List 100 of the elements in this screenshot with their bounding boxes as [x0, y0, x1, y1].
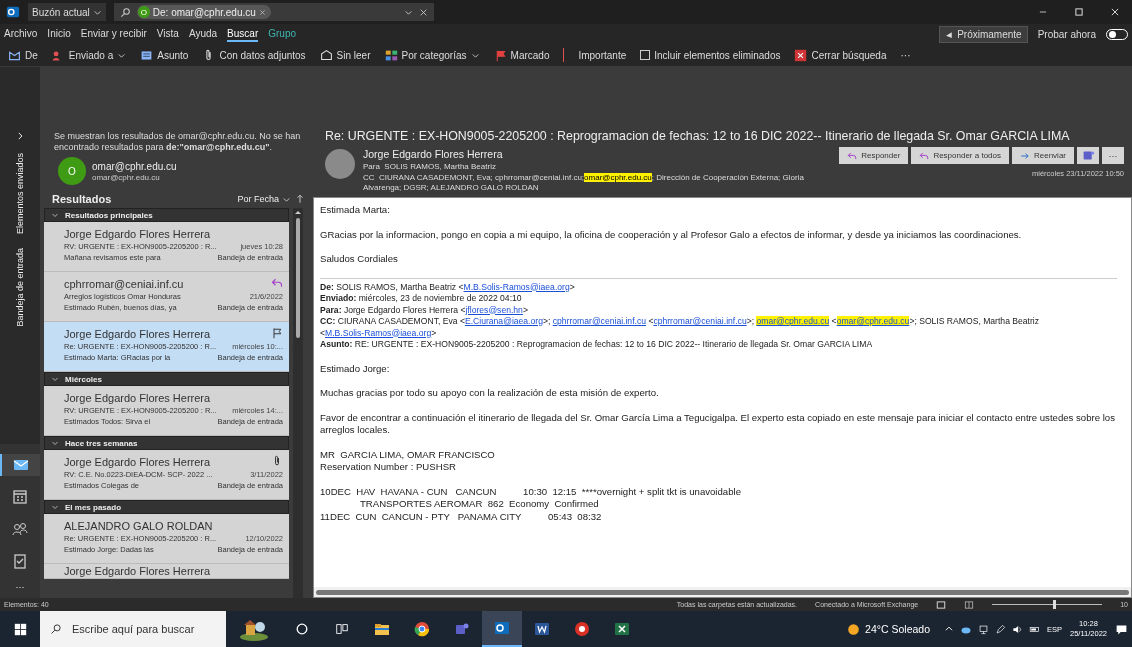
search-icon	[50, 623, 62, 635]
expand-icon	[15, 131, 25, 141]
group-header[interactable]: El mes pasado	[44, 500, 289, 514]
more-actions-button[interactable]: ···	[1102, 147, 1124, 164]
sun-icon	[847, 622, 861, 636]
pen-icon[interactable]	[995, 623, 1006, 635]
teams-button[interactable]	[1077, 147, 1099, 164]
sender-name: Jorge Edgardo Flores Herrera	[64, 392, 211, 404]
news-widget-drawing[interactable]	[238, 617, 270, 641]
checkbox[interactable]	[640, 50, 651, 60]
sender-name: Jorge Edgardo Flores Herrera	[64, 228, 211, 240]
ribbon-button[interactable]: De	[8, 48, 38, 62]
body-text: Muchas gracias por todo su apoyo con la realización de esta misión de experto.	[320, 387, 659, 400]
menu-tab[interactable]: Grupo	[268, 26, 297, 42]
task-view-icon[interactable]	[335, 622, 349, 636]
body-text: De: SOLIS RAMOS, Martha Beatriz <M.B.Solis-Ramos@iaea.org>	[320, 277, 1117, 293]
menu-tab[interactable]: Vista	[156, 26, 179, 42]
sort-dropdown[interactable]: Por Fecha	[237, 194, 291, 204]
tasks-icon-glyph	[12, 553, 28, 569]
taskbar-app-button[interactable]	[482, 611, 522, 647]
group-header[interactable]: Hace tres semanas	[44, 436, 289, 450]
weather-text[interactable]: 24°C Soleado	[865, 623, 930, 635]
ribbon-button[interactable]: Asunto	[140, 48, 189, 62]
maximize-icon	[1074, 7, 1084, 17]
ribbon-button[interactable]: Con datos adjuntos	[202, 48, 306, 62]
try-now-label: Probar ahora	[1037, 28, 1096, 40]
body-text: CC: CIURANA CASADEMONT, Eva <E.Ciurana@iaea.org>; cphrromar@ceniai.inf.cu <cphrromar@ceniai.inf.cu>; omar@cphr.edu.cu <omar@cphr.edu.cu>; SOLIS RAMOS, Martha Beatriz <M.B.Solis-Ramos@iaea.org>	[320, 316, 1041, 339]
search-filter-chip[interactable]: O De: omar@cphr.edu.cu	[136, 5, 271, 19]
normal-view-icon[interactable]	[936, 599, 947, 610]
taskbar-search-field[interactable]: Escribe aquí para buscar	[70, 622, 220, 636]
reply-icon	[919, 150, 930, 161]
email-link[interactable]: cphrromar@ceniai.inf.cu	[552, 316, 646, 326]
body-text: Estimada Marta:	[320, 204, 390, 217]
message-title: Re: URGENTE : EX-HON9005-2205200 : Reprogramacion de fechas: 12 to 16 DIC 2022-- Itinerario de llegada Sr. Omar GARCIA LIMA	[324, 129, 1071, 145]
email-link[interactable]: E.Ciurana@iaea.org	[464, 316, 543, 326]
horizontal-scrollbar[interactable]	[314, 587, 1131, 597]
action-button[interactable]: Reenviar	[1012, 147, 1074, 164]
reply-icon	[847, 150, 858, 161]
email-link[interactable]: M.B.Solis-Ramos@iaea.org	[325, 327, 432, 338]
body-text: Enviado: miércoles, 23 de noviembre de 2022 04:10	[320, 293, 523, 305]
email-link[interactable]: M.B.Solis-Ramos@iaea.org	[463, 281, 570, 292]
sender-name: cphrromar@ceniai.inf.cu	[64, 278, 184, 290]
group-header[interactable]: Resultados principales	[44, 208, 289, 222]
mail-icon-glyph	[13, 457, 29, 473]
ribbon-button[interactable]: Importante	[578, 49, 627, 61]
start-icon[interactable]	[13, 622, 27, 636]
group-header[interactable]: Miércoles	[44, 372, 289, 386]
ribbon-button[interactable]: Marcado	[493, 48, 550, 62]
chat-app-icon	[454, 621, 470, 637]
email-link[interactable]: omar@cphr.edu.cu	[836, 316, 910, 326]
menu-tab[interactable]: Inicio	[47, 26, 71, 42]
menu-tab[interactable]: Enviar y recibir	[80, 26, 147, 42]
slider-thumb[interactable]	[1052, 600, 1056, 609]
action-button[interactable]: Responder a todos	[911, 147, 1009, 164]
people-icon-glyph	[12, 521, 28, 537]
sort-up-icon[interactable]	[295, 194, 305, 204]
contact-email: omar@cphr.edu.cu	[92, 172, 161, 182]
flag-icon[interactable]	[271, 327, 283, 339]
spreadsheet-app-icon	[614, 621, 630, 637]
ribbon-button[interactable]: Por categorías	[384, 48, 480, 62]
scrollbar[interactable]	[293, 208, 303, 598]
taskbar-search-box[interactable]: Escribe aquí para buscar	[40, 611, 226, 647]
menu-tab[interactable]: Archivo	[4, 26, 38, 42]
email-link[interactable]: omar@cphr.edu.cu	[756, 316, 830, 326]
chevron-up-icon[interactable]	[944, 624, 954, 634]
megaphone-icon	[945, 29, 955, 39]
more-apps-button[interactable]: ···	[15, 582, 25, 592]
results-heading: Resultados	[52, 193, 113, 205]
mail-app-icon	[6, 5, 20, 19]
email-link[interactable]: cphrromar@ceniai.inf.cu	[653, 316, 747, 326]
ribbon-button[interactable]: Sin leer	[319, 48, 371, 62]
search-circle-icon[interactable]	[295, 622, 309, 636]
network-icon[interactable]	[978, 623, 989, 635]
menu-tab[interactable]: Ayuda	[188, 26, 218, 42]
close-icon	[258, 8, 266, 16]
mailbox-scope-dropdown[interactable]: Buzón actual	[28, 3, 106, 21]
close-icon	[1110, 7, 1120, 17]
body-text: GRacias por la informacion, pongo en copia a mi equipo, la oficina de cooperación y al Profesor Galo a efectos de informar, y desde ya iniciamos las coordinaciones.	[320, 228, 1022, 241]
more-button[interactable]: ···	[900, 49, 911, 61]
email-link[interactable]: jflores@sen.hn	[465, 304, 523, 315]
coming-soon-button[interactable]: Próximamente	[939, 25, 1028, 43]
search-field[interactable]: O De: omar@cphr.edu.cu	[113, 3, 434, 21]
calendar-icon-glyph	[12, 489, 28, 505]
mail-app-icon	[494, 620, 510, 636]
folder-link[interactable]: Elementos enviados	[15, 153, 25, 235]
document-app-icon	[534, 621, 550, 637]
folder-icon	[374, 621, 390, 637]
mail-icon[interactable]	[0, 454, 40, 476]
message-list-item[interactable]: Jorge Edgardo Flores Herrera	[44, 564, 289, 579]
ribbon-button[interactable]: Enviado a	[51, 48, 127, 62]
contact-name: omar@cphr.edu.cu	[92, 160, 177, 172]
close-search-button[interactable]: Cerrar búsqueda	[794, 48, 887, 62]
body-text: Reservation Number : PUSHSR	[320, 461, 456, 474]
menu-tab[interactable]: Buscar	[227, 26, 259, 42]
browser-icon	[574, 621, 590, 637]
folder-link[interactable]: Bandeja de entrada	[15, 248, 25, 327]
category-icon	[384, 48, 398, 62]
notification-icon[interactable]	[1115, 622, 1128, 636]
action-button[interactable]: Responder	[839, 147, 909, 164]
reading-view-icon[interactable]	[964, 599, 975, 610]
